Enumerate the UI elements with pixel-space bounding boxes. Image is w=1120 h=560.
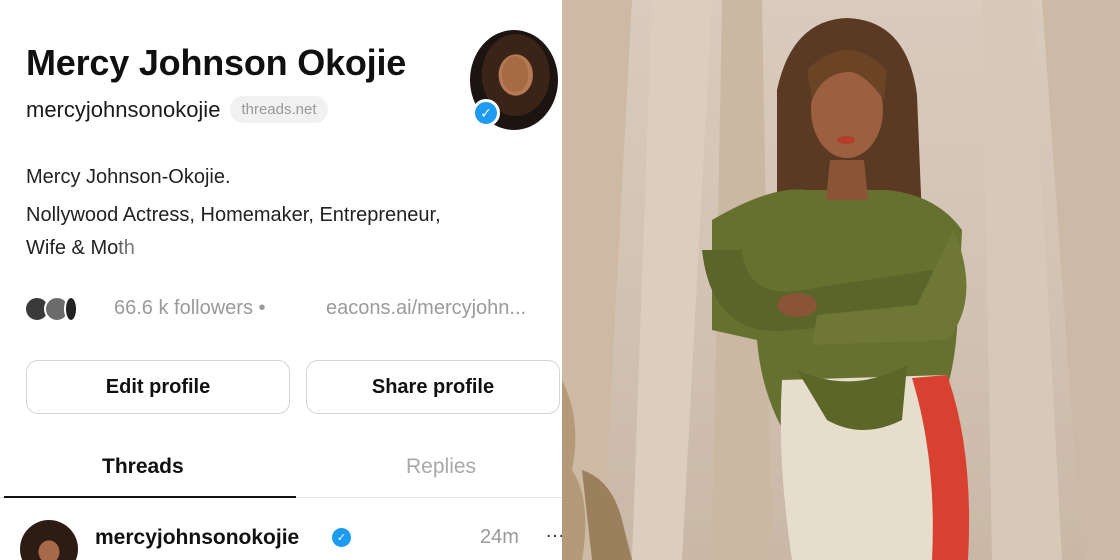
share-profile-button[interactable]: Share profile: [306, 360, 560, 414]
bio-line: Mercy Johnson-Okojie.: [26, 166, 231, 188]
tab-replies[interactable]: Replies: [406, 455, 476, 479]
tab-threads[interactable]: Threads: [102, 455, 184, 479]
threads-profile-screen: Mercy Johnson Okojie mercyjohnsonokojie …: [0, 0, 562, 560]
verified-badge-icon: ✓: [332, 528, 351, 547]
profile-name: Mercy Johnson Okojie: [26, 42, 407, 83]
edit-profile-button[interactable]: Edit profile: [26, 360, 290, 414]
profile-photo: [562, 0, 1120, 560]
profile-link[interactable]: eacons.ai/mercyjohn...: [326, 297, 526, 320]
follower-avatar: [64, 296, 78, 322]
followers-text: 66.6 k followers: [114, 297, 253, 319]
followers-row: 66.6 k followers • eacons.ai/mercyjohn..…: [24, 270, 562, 354]
handle-row: mercyjohnsonokojie threads.net: [26, 96, 328, 123]
active-tab-indicator: [4, 496, 296, 498]
separator-dot: •: [258, 297, 266, 319]
post-timestamp: 24m: [480, 526, 519, 548]
curtain-fold: [632, 0, 712, 560]
bio-fade-overlay: [120, 236, 350, 266]
post-author-handle[interactable]: mercyjohnsonokojie: [95, 526, 299, 550]
followers-count[interactable]: 66.6 k followers •: [114, 297, 266, 320]
profile-handle: mercyjohnsonokojie: [26, 96, 221, 122]
bio-line: Wife & Moth: [26, 237, 135, 259]
avatar-face: [502, 56, 528, 92]
post-author-avatar[interactable]: [20, 520, 78, 560]
neck: [826, 160, 868, 200]
threads-domain-chip[interactable]: threads.net: [230, 96, 328, 123]
hand: [777, 293, 817, 317]
more-options-icon[interactable]: …: [545, 520, 562, 543]
lips: [837, 136, 855, 144]
portrait-illustration: [562, 0, 1120, 560]
verified-badge-icon: ✓: [472, 99, 500, 127]
bio-line: Nollywood Actress, Homemaker, Entreprene…: [26, 204, 441, 226]
